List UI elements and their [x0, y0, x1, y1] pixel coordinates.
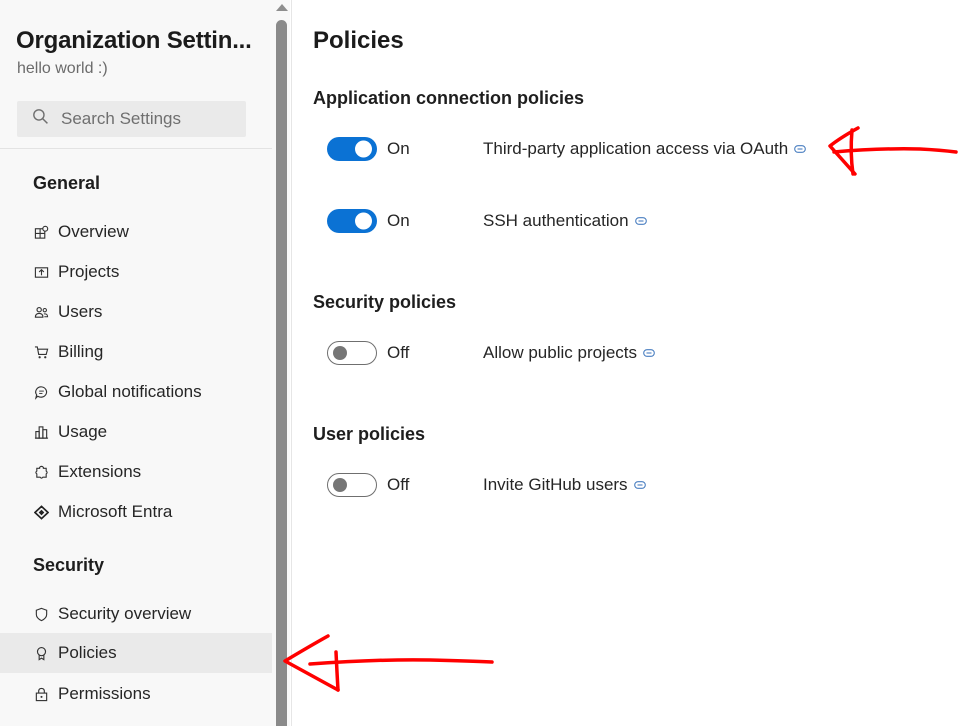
toggle-knob	[333, 346, 347, 360]
policy-label: SSH authentication	[483, 211, 629, 230]
oauth-toggle[interactable]	[327, 137, 377, 161]
group-heading-security: Security policies	[313, 292, 457, 312]
link-icon[interactable]	[634, 217, 647, 225]
sidebar-item-permissions[interactable]: Permissions	[0, 674, 272, 714]
cart-icon	[33, 344, 49, 360]
sidebar-item-label: Extensions	[58, 462, 142, 481]
policy-row-invite-github: Off Invite GitHub users	[327, 472, 646, 498]
annotation-arrow-oauth	[828, 126, 958, 176]
invite-github-toggle[interactable]	[327, 473, 377, 497]
sidebar-item-projects[interactable]: Projects	[0, 252, 272, 292]
puzzle-icon	[33, 464, 49, 480]
sidebar-item-label: Projects	[58, 262, 120, 281]
link-icon[interactable]	[633, 481, 646, 489]
sidebar-item-global-notifications[interactable]: Global notifications	[0, 372, 272, 412]
search-placeholder: Search Settings	[61, 109, 182, 128]
link-icon[interactable]	[643, 349, 655, 357]
organization-title: Organization Settin...	[16, 27, 252, 54]
sidebar-item-label: Billing	[58, 342, 104, 361]
sidebar-item-overview[interactable]: Overview	[0, 212, 272, 252]
sidebar-item-label: Security overview	[58, 604, 192, 623]
overview-icon	[33, 224, 49, 240]
ribbon-icon	[33, 645, 49, 661]
app-root: Organization Settin... hello world :) Se…	[0, 0, 958, 726]
link-icon[interactable]	[794, 145, 807, 153]
policy-row-ssh: On SSH authentication	[327, 208, 647, 234]
policy-row-public-projects: Off Allow public projects	[327, 340, 655, 366]
toggle-state-label: On	[387, 211, 410, 230]
lock-icon	[33, 686, 49, 702]
policy-label: Invite GitHub users	[483, 475, 628, 494]
ssh-toggle[interactable]	[327, 209, 377, 233]
sidebar-item-label: Global notifications	[58, 382, 202, 401]
section-heading-security: Security	[33, 555, 105, 575]
toggle-knob	[333, 478, 347, 492]
toggle-state-label: Off	[387, 475, 410, 494]
toggle-knob	[355, 140, 372, 158]
annotation-arrow-policies	[283, 634, 494, 692]
policy-row-oauth: On Third-party application access via OA…	[327, 136, 807, 162]
section-heading-general: General	[33, 173, 101, 193]
chat-bubble-icon	[33, 384, 49, 400]
sidebar-item-policies[interactable]: Policies	[0, 633, 272, 673]
group-heading-application-connection: Application connection policies	[313, 88, 585, 108]
sidebar-item-microsoft-entra[interactable]: Microsoft Entra	[0, 492, 272, 532]
scrollbar-thumb[interactable]	[276, 20, 287, 726]
sidebar-item-label: Permissions	[58, 684, 151, 703]
toggle-knob	[355, 212, 372, 230]
content-divider	[291, 0, 292, 726]
organization-subtitle: hello world :)	[17, 60, 108, 77]
page-title: Policies	[313, 27, 404, 54]
sidebar-divider	[0, 148, 272, 149]
group-heading-user: User policies	[313, 424, 426, 444]
sidebar-item-label: Usage	[58, 422, 108, 441]
sidebar-item-label: Overview	[58, 222, 129, 241]
scroll-up-arrow-icon[interactable]	[276, 4, 288, 11]
entra-icon	[33, 504, 49, 520]
users-icon	[33, 304, 49, 320]
sidebar-item-users[interactable]: Users	[0, 292, 272, 332]
toggle-state-label: Off	[387, 343, 410, 362]
policy-label: Allow public projects	[483, 343, 638, 362]
sidebar-item-label: Policies	[58, 643, 117, 662]
shield-icon	[33, 606, 49, 622]
sidebar-item-usage[interactable]: Usage	[0, 412, 272, 452]
sidebar-item-security-overview[interactable]: Security overview	[0, 594, 272, 634]
sidebar-item-label: Users	[58, 302, 103, 321]
sidebar-item-billing[interactable]: Billing	[0, 332, 272, 372]
search-settings-input[interactable]: Search Settings	[17, 101, 246, 137]
search-icon	[32, 108, 49, 130]
sidebar-item-label: Microsoft Entra	[58, 502, 173, 521]
bar-chart-icon	[33, 424, 49, 440]
policy-label: Third-party application access via OAuth	[483, 139, 789, 158]
projects-icon	[33, 264, 49, 280]
public-projects-toggle[interactable]	[327, 341, 377, 365]
toggle-state-label: On	[387, 139, 410, 158]
sidebar-item-extensions[interactable]: Extensions	[0, 452, 272, 492]
settings-sidebar: Organization Settin... hello world :) Se…	[0, 0, 272, 726]
